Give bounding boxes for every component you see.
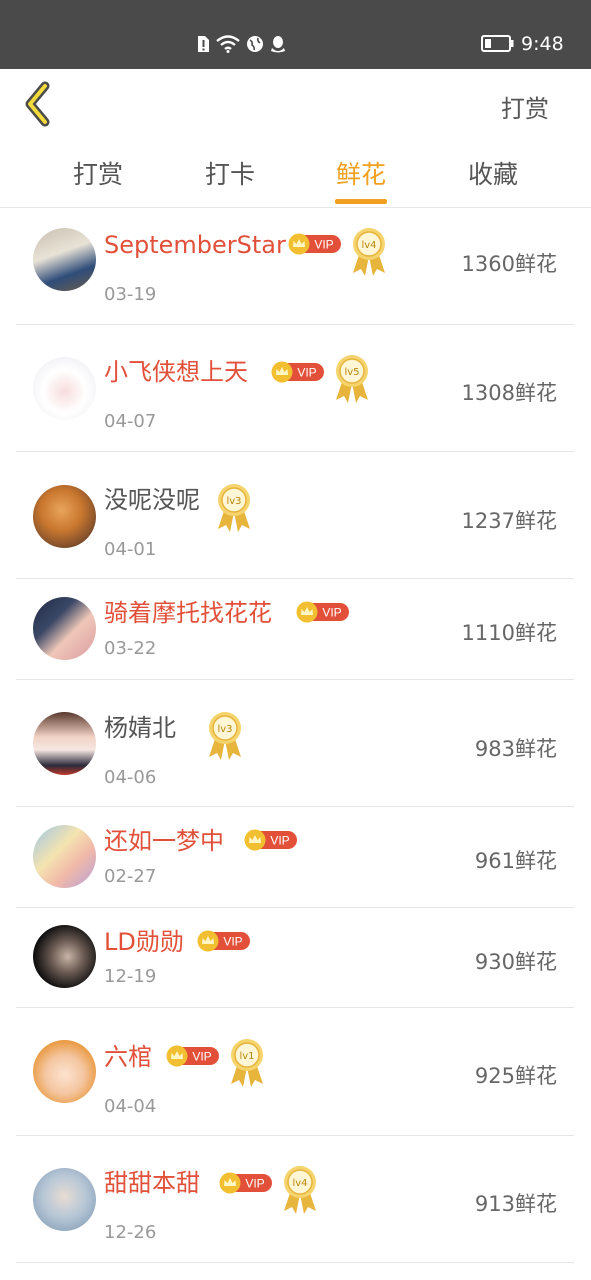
avatar[interactable] (33, 712, 96, 775)
vip-text: VIP (314, 238, 333, 252)
tab-bar: 打赏 打卡 鲜花 收藏 (0, 141, 591, 208)
vip-badge-icon: VIP (219, 1172, 272, 1194)
flower-amount: 961鲜花 (474, 849, 557, 873)
status-bar: 9:48 (0, 0, 591, 69)
flower-amount: 913鲜花 (474, 1192, 557, 1216)
user-name[interactable]: 骑着摩托找花花 (104, 598, 272, 628)
flower-amount: 1360鲜花 (461, 252, 557, 276)
vip-badge-icon: VIP (166, 1045, 219, 1067)
list-item[interactable]: 杨婧北 lv3 04-06 983鲜花 (16, 680, 574, 807)
flower-amount: 983鲜花 (474, 737, 557, 761)
active-tab-indicator (335, 199, 387, 204)
date: 12-26 (104, 1222, 157, 1243)
user-name[interactable]: 小飞侠想上天 (104, 357, 248, 387)
flower-ranking-list: SeptemberStar VIP lv4 03-19 1360鲜花 小飞侠想上… (0, 208, 591, 1263)
date: 04-07 (104, 411, 157, 432)
level-badge-icon: lv4 (284, 1166, 316, 1214)
user-name[interactable]: 六棺 (104, 1042, 152, 1072)
avatar[interactable] (33, 357, 96, 420)
vip-badge-icon: VIP (271, 361, 324, 383)
sim-alert-icon (198, 36, 209, 52)
flower-amount: 1110鲜花 (461, 621, 557, 645)
date: 04-04 (104, 1096, 157, 1117)
avatar[interactable] (33, 597, 96, 660)
user-name[interactable]: LD勋勋 (104, 927, 184, 957)
level-badge-icon: lv3 (209, 712, 241, 760)
vip-badge-icon: VIP (296, 601, 349, 623)
level-text: lv1 (239, 1051, 254, 1062)
user-name[interactable]: 杨婧北 (104, 713, 176, 743)
vip-badge-icon: VIP (244, 829, 297, 851)
vip-badge-icon: VIP (288, 233, 341, 255)
status-icons (196, 33, 286, 55)
header: 打赏 (0, 69, 591, 141)
vip-text: VIP (192, 1050, 211, 1064)
level-badge-icon: lv4 (353, 228, 385, 276)
globe-icon (247, 36, 263, 52)
battery-icon (481, 35, 514, 52)
level-text: lv5 (344, 367, 359, 378)
flower-amount: 1308鲜花 (461, 381, 557, 405)
vip-text: VIP (245, 1177, 264, 1191)
date: 02-27 (104, 866, 157, 887)
date: 04-01 (104, 539, 157, 560)
user-name[interactable]: 没呢没呢 (104, 485, 200, 515)
user-name[interactable]: 还如一梦中 (104, 826, 224, 856)
avatar[interactable] (33, 1168, 96, 1231)
list-item[interactable]: 还如一梦中 VIP 02-27 961鲜花 (16, 807, 574, 908)
list-item[interactable]: LD勋勋 VIP 12-19 930鲜花 (16, 908, 574, 1008)
list-item[interactable]: 甜甜本甜 VIP lv4 12-26 913鲜花 (16, 1136, 574, 1263)
flower-amount: 925鲜花 (474, 1064, 557, 1088)
avatar[interactable] (33, 485, 96, 548)
avatar[interactable] (33, 825, 96, 888)
flower-amount: 930鲜花 (474, 950, 557, 974)
date: 03-22 (104, 638, 157, 659)
list-item[interactable]: SeptemberStar VIP lv4 03-19 1360鲜花 (16, 208, 574, 325)
list-item[interactable]: 没呢没呢 lv3 04-01 1237鲜花 (16, 452, 574, 579)
date: 04-06 (104, 767, 157, 788)
date: 03-19 (104, 284, 157, 305)
list-item[interactable]: 六棺 VIP lv1 04-04 925鲜花 (16, 1008, 574, 1136)
level-badge-icon: lv5 (336, 355, 368, 403)
tab-flowers[interactable]: 鲜花 (321, 155, 401, 191)
tab-favorites[interactable]: 收藏 (453, 155, 533, 191)
avatar[interactable] (33, 1040, 96, 1103)
flower-amount: 1237鲜花 (461, 509, 557, 533)
user-name[interactable]: 甜甜本甜 (104, 1168, 200, 1198)
level-badge-icon: lv1 (231, 1039, 263, 1087)
level-text: lv3 (217, 724, 232, 735)
vip-text: VIP (270, 834, 289, 848)
vip-text: VIP (223, 935, 242, 949)
avatar[interactable] (33, 925, 96, 988)
list-item[interactable]: 骑着摩托找花花 VIP 03-22 1110鲜花 (16, 579, 574, 680)
level-text: lv4 (361, 240, 376, 251)
wifi-icon (216, 35, 240, 53)
date: 12-19 (104, 966, 157, 987)
level-text: lv4 (292, 1178, 307, 1189)
vip-text: VIP (322, 606, 341, 620)
user-name[interactable]: SeptemberStar (104, 230, 286, 260)
level-badge-icon: lv3 (218, 484, 250, 532)
back-button[interactable] (20, 81, 60, 127)
avatar[interactable] (33, 228, 96, 291)
list-item[interactable]: 小飞侠想上天 VIP lv5 04-07 1308鲜花 (16, 325, 574, 452)
level-text: lv3 (226, 496, 241, 507)
vip-text: VIP (297, 366, 316, 380)
tab-checkin[interactable]: 打卡 (190, 155, 270, 191)
vip-badge-icon: VIP (197, 930, 250, 952)
reward-button[interactable]: 打赏 (501, 89, 549, 124)
status-time: 9:48 (521, 33, 564, 55)
tab-reward[interactable]: 打赏 (58, 155, 138, 191)
qq-icon (271, 35, 285, 52)
